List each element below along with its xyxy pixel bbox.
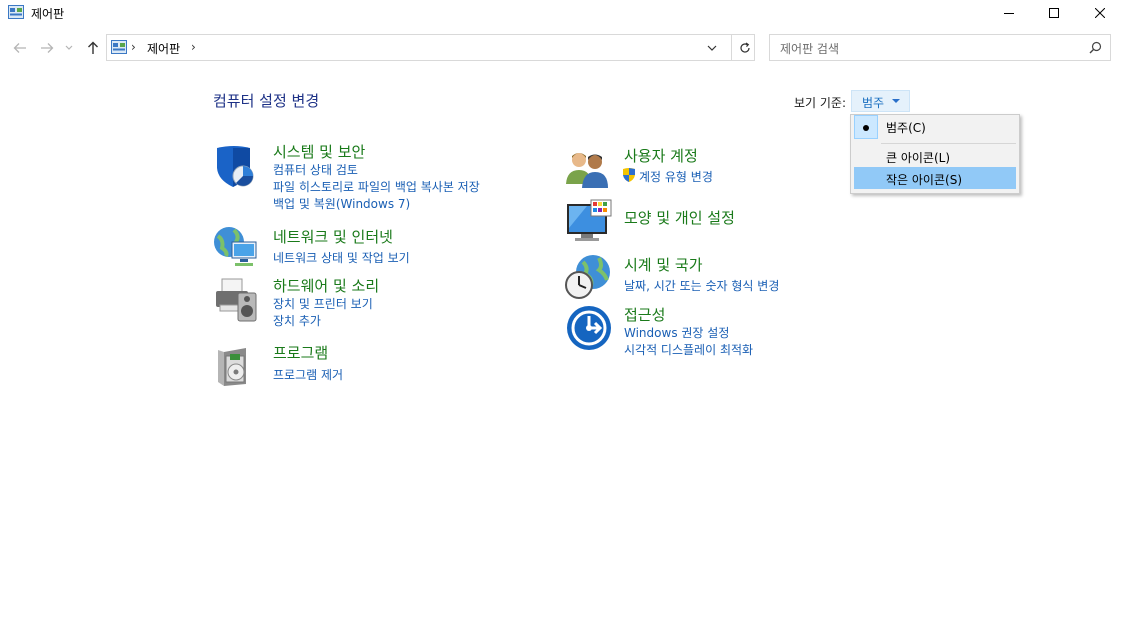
up-button[interactable] <box>83 38 103 58</box>
link-network-status[interactable]: 네트워크 상태 및 작업 보기 <box>273 249 410 266</box>
link-uninstall-program[interactable]: 프로그램 제거 <box>273 366 343 383</box>
address-history-button[interactable] <box>697 35 727 60</box>
link-date-time-format[interactable]: 날짜, 시간 또는 숫자 형식 변경 <box>624 277 779 294</box>
network-globe-icon <box>214 227 257 266</box>
arrow-right-icon <box>41 43 54 53</box>
refresh-icon <box>739 42 750 53</box>
refresh-button[interactable] <box>731 35 757 60</box>
category-title[interactable]: 사용자 계정 <box>624 145 698 166</box>
chevron-down-icon <box>707 45 717 51</box>
shield-icon <box>217 146 254 187</box>
breadcrumb-control-panel[interactable]: 제어판 <box>147 40 180 57</box>
printer-speaker-icon <box>216 278 257 322</box>
menu-item-large-icons[interactable]: 큰 아이콘(L) <box>854 145 1016 167</box>
link-recommended-settings[interactable]: Windows 권장 설정 <box>624 324 729 341</box>
maximize-button[interactable] <box>1031 0 1077 26</box>
programs-box-icon <box>218 348 246 386</box>
category-title[interactable]: 네트워크 및 인터넷 <box>273 226 393 247</box>
menu-item-category[interactable]: 범주(C) <box>854 115 1016 139</box>
link-review-status[interactable]: 컴퓨터 상태 검토 <box>273 161 358 178</box>
radio-bullet-icon <box>854 115 878 139</box>
view-by-menu: 범주(C) 큰 아이콘(L) 작은 아이콘(S) <box>850 114 1020 194</box>
chevron-down-icon <box>65 45 73 50</box>
arrow-left-icon <box>13 43 26 53</box>
category-title[interactable]: 하드웨어 및 소리 <box>273 275 379 296</box>
monitor-palette-icon <box>567 199 612 241</box>
link-add-device[interactable]: 장치 추가 <box>273 312 321 329</box>
control-panel-icon <box>111 40 127 54</box>
back-button[interactable] <box>10 38 30 58</box>
category-title[interactable]: 접근성 <box>624 304 665 325</box>
link-change-account-type[interactable]: 계정 유형 변경 <box>639 168 713 185</box>
category-title[interactable]: 모양 및 개인 설정 <box>624 207 735 228</box>
category-title[interactable]: 프로그램 <box>273 342 328 363</box>
dropdown-arrow-icon <box>892 99 900 103</box>
arrow-up-icon <box>88 41 98 54</box>
search-input[interactable]: 제어판 검색 <box>780 40 839 57</box>
category-title[interactable]: 시계 및 국가 <box>624 254 703 275</box>
recent-locations-button[interactable] <box>62 38 76 58</box>
link-optimize-display[interactable]: 시각적 디스플레이 최적화 <box>624 341 753 358</box>
menu-separator <box>881 143 1016 144</box>
link-file-history[interactable]: 파일 히스토리로 파일의 백업 복사본 저장 <box>273 178 480 195</box>
close-button[interactable] <box>1077 0 1123 26</box>
address-bar[interactable]: › 제어판 › <box>106 34 755 61</box>
users-icon <box>566 153 608 188</box>
accessibility-icon <box>567 306 611 350</box>
view-by-selected: 범주 <box>862 96 885 110</box>
globe-clock-icon <box>565 255 610 299</box>
breadcrumb-separator[interactable]: › <box>191 40 196 54</box>
category-title[interactable]: 시스템 및 보안 <box>273 141 365 162</box>
close-icon <box>1095 8 1105 18</box>
breadcrumb-separator[interactable]: › <box>131 40 136 54</box>
view-by-label: 보기 기준: <box>794 96 847 110</box>
link-backup-restore[interactable]: 백업 및 복원(Windows 7) <box>273 195 410 212</box>
minimize-button[interactable] <box>986 0 1032 26</box>
forward-button[interactable] <box>37 38 57 58</box>
search-box[interactable]: 제어판 검색 <box>769 34 1111 61</box>
minimize-icon <box>1004 13 1014 14</box>
link-devices-printers[interactable]: 장치 및 프린터 보기 <box>273 295 373 312</box>
window-title: 제어판 <box>31 7 65 21</box>
menu-item-small-icons[interactable]: 작은 아이콘(S) <box>854 167 1016 189</box>
title-bar: 제어판 <box>0 0 1124 26</box>
control-panel-icon <box>8 5 24 19</box>
search-icon[interactable] <box>1089 41 1102 54</box>
view-by-dropdown[interactable]: 범주 <box>851 90 910 112</box>
maximize-icon <box>1049 8 1059 18</box>
uac-shield-icon <box>623 168 635 182</box>
page-title: 컴퓨터 설정 변경 <box>213 92 320 110</box>
